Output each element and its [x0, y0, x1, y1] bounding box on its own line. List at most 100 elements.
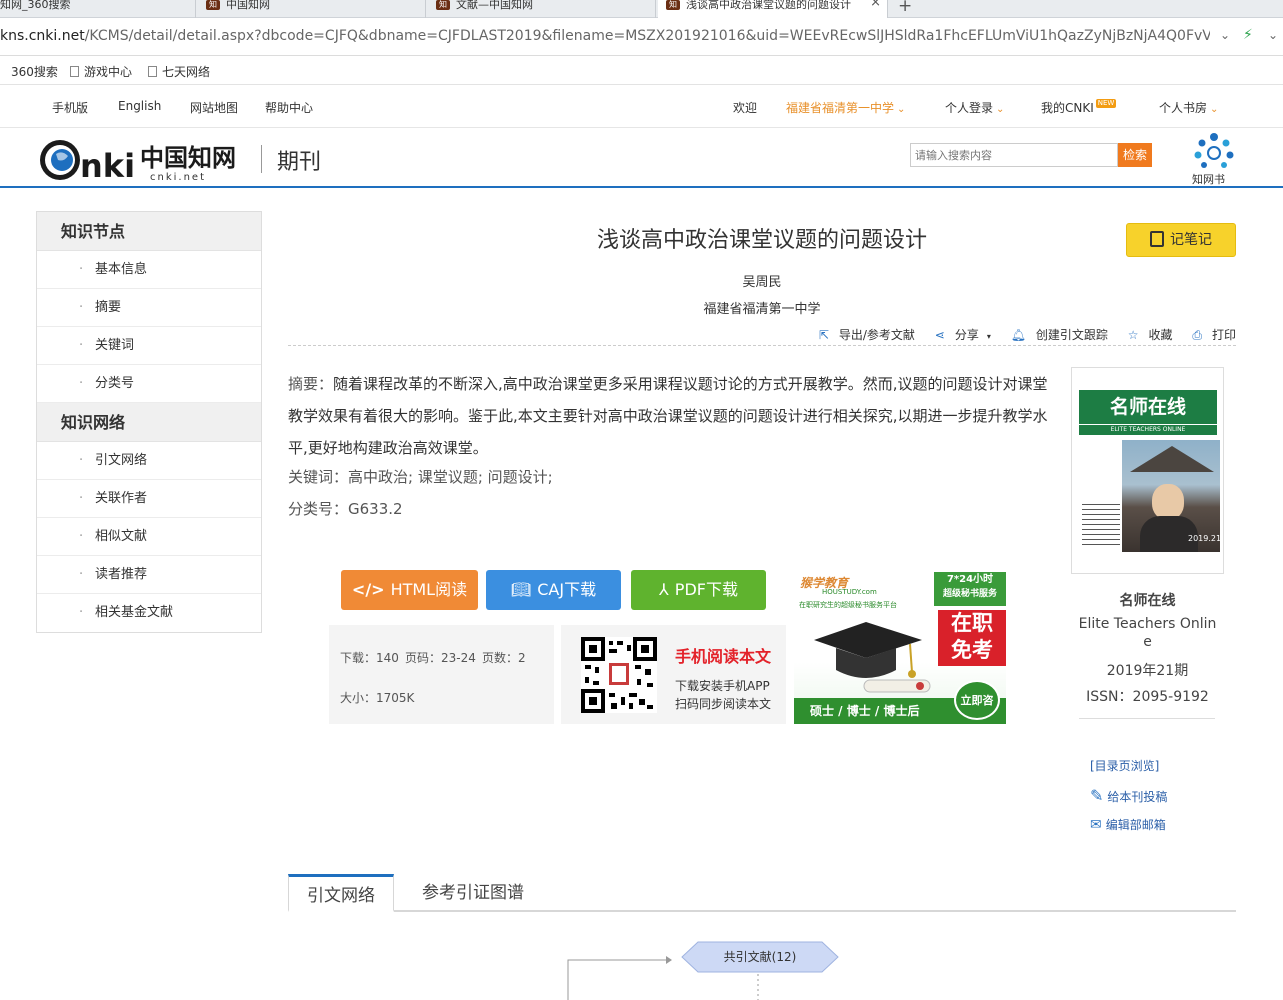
nav-english[interactable]: English	[118, 99, 161, 113]
cnki-favicon-icon: 知	[666, 0, 680, 10]
caj-download-label: CAJ下载	[537, 580, 597, 599]
institution-menu[interactable]: 福建省福清第一中学 ⌄	[786, 99, 905, 116]
zhiwangshu-text: 知网书	[1192, 172, 1225, 185]
sidebar-group-knowledge-nodes: 知识节点	[37, 212, 261, 251]
nav-sitemap[interactable]: 网站地图	[190, 99, 238, 116]
ad-big2: 免考	[951, 638, 993, 662]
co-citation-node[interactable]: 共引文献(12)	[682, 942, 838, 973]
printer-icon: ⎙	[1192, 328, 1202, 342]
bookroom-menu[interactable]: 个人书房 ⌄	[1159, 99, 1218, 116]
mail-icon: ✉	[1090, 817, 1102, 833]
co-citation-label: 共引文献(12)	[723, 950, 797, 964]
cnki-logo-icon: nki 中国知网 cnki.net	[40, 140, 236, 185]
qr-code-icon[interactable]	[581, 637, 657, 713]
chevron-down-icon[interactable]: ⌄	[1220, 28, 1230, 42]
export-button[interactable]: ⇱ 导出/参考文献	[811, 328, 915, 342]
sidebar: 知识节点 基本信息 摘要 关键词 分类号 知识网络 引文网络 关联作者 相似文献…	[36, 211, 262, 633]
browser-tab-label: 中国知网	[226, 0, 270, 11]
ad-slogan: 在职研究生的超级秘书服务平台	[799, 601, 897, 609]
search-button[interactable]: 检索	[1118, 143, 1152, 167]
sidebar-item-similar-docs[interactable]: 相似文献	[37, 518, 261, 556]
share-label: 分享	[954, 328, 979, 342]
sidebar-item-keywords[interactable]: 关键词	[37, 327, 261, 365]
journal-name[interactable]: 名师在线	[1071, 590, 1224, 610]
browser-tab-active[interactable]: 知浅谈高中政治课堂议题的问题设计 ×	[658, 0, 888, 18]
tab-reference-graph[interactable]: 参考引证图谱	[404, 874, 542, 912]
ad-banner[interactable]: 猴学教育 HOUSTUDY.com 在职研究生的超级秘书服务平台 7*24小时 …	[794, 570, 1006, 724]
share-button[interactable]: ⋖ 分享 ▾	[927, 328, 991, 342]
bell-icon: 🔔︎	[1010, 328, 1026, 342]
browser-tab[interactable]: 知中国知网	[198, 0, 426, 18]
submit-link[interactable]: ✎ 给本刊投稿	[1090, 786, 1167, 805]
tab-citation-network[interactable]: 引文网络	[288, 874, 394, 912]
url-host: kns.cnki.net	[0, 28, 85, 44]
ad-degrees: 硕士 / 博士 / 博士后	[810, 704, 920, 718]
ad-cta[interactable]: 立即咨询	[954, 680, 1000, 720]
classification-value: G633.2	[348, 500, 403, 518]
pdf-download-button[interactable]: ⅄ PDF下载	[631, 570, 766, 610]
html-read-button[interactable]: </> HTML阅读	[341, 570, 478, 610]
bookroom-label: 个人书房	[1159, 101, 1208, 115]
ad-brand-url: HOUSTUDY.com	[822, 588, 877, 596]
search-input[interactable]	[910, 143, 1118, 167]
editor-mail-link[interactable]: ✉ 编辑部邮箱	[1090, 816, 1166, 833]
chevron-down-icon[interactable]: ⌄	[1268, 28, 1278, 42]
page-icon	[70, 66, 79, 77]
journal-issue[interactable]: 2019年21期	[1071, 660, 1224, 680]
article-author[interactable]: 吴周民	[288, 271, 1236, 290]
nav-help[interactable]: 帮助中心	[265, 99, 313, 116]
sidebar-group-knowledge-network: 知识网络	[37, 403, 261, 442]
bookmark-360[interactable]: 360搜索	[0, 63, 58, 80]
print-label: 打印	[1211, 328, 1236, 342]
file-size: 大小：1705K	[340, 691, 415, 705]
notebook-icon	[1150, 231, 1164, 247]
divider	[1079, 718, 1215, 719]
file-info-box: 下载：140 页码：23-24 页数：2 大小：1705K	[329, 625, 554, 724]
article-organization[interactable]: 福建省福清第一中学	[288, 298, 1236, 317]
keywords-value[interactable]: 高中政治; 课堂议题; 问题设计;	[348, 468, 553, 486]
print-button[interactable]: ⎙ 打印	[1184, 328, 1236, 342]
sidebar-item-classification[interactable]: 分类号	[37, 365, 261, 403]
zhiwangshu-logo[interactable]: 知网书	[1188, 131, 1240, 186]
page-icon	[148, 66, 157, 77]
sidebar-item-citation-network[interactable]: 引文网络	[37, 442, 261, 480]
bookmark-game[interactable]: 游戏中心	[70, 63, 132, 80]
cnki-favicon-icon: 知	[206, 0, 220, 10]
sidebar-item-reader-recommend[interactable]: 读者推荐	[37, 556, 261, 594]
sidebar-item-basic-info[interactable]: 基本信息	[37, 251, 261, 289]
close-tab-icon[interactable]: ×	[870, 0, 881, 9]
nav-mobile[interactable]: 手机版	[52, 99, 88, 116]
toc-link[interactable]: [目录页浏览]	[1090, 757, 1159, 774]
html-read-label: HTML阅读	[390, 580, 468, 599]
favorite-button[interactable]: ☆ 收藏	[1120, 328, 1173, 342]
mycnki-label: 我的CNKI	[1041, 101, 1094, 115]
cnki-logo[interactable]: nki 中国知网 cnki.net	[38, 136, 248, 185]
new-tab-button[interactable]: +	[898, 0, 912, 16]
sidebar-item-related-authors[interactable]: 关联作者	[37, 480, 261, 518]
caj-download-button[interactable]: 📖︎ CAJ下载	[486, 570, 621, 610]
favorite-label: 收藏	[1148, 328, 1173, 342]
track-button[interactable]: 🔔︎ 创建引文跟踪	[1003, 328, 1108, 342]
login-menu[interactable]: 个人登录 ⌄	[945, 99, 1004, 116]
article-tools: ⇱ 导出/参考文献 ⋖ 分享 ▾ 🔔︎ 创建引文跟踪 ☆ 收藏 ⎙ 打印	[288, 326, 1236, 346]
bookmark-label: 七天网络	[162, 65, 211, 79]
share-icon: ⋖	[934, 328, 945, 342]
cover-year: 2019.21	[1188, 534, 1222, 543]
lightning-icon[interactable]: ⚡	[1243, 27, 1253, 43]
sidebar-item-abstract[interactable]: 摘要	[37, 289, 261, 327]
journal-cover[interactable]: 名师在线 ELITE TEACHERS ONLINE 2019.21	[1071, 367, 1224, 574]
mobile-read-title[interactable]: 手机阅读本文	[675, 643, 771, 667]
chevron-down-icon: ⌄	[1210, 104, 1219, 115]
bookmark-qitian[interactable]: 七天网络	[148, 63, 210, 80]
sidebar-item-fund-docs[interactable]: 相关基金文献	[37, 594, 261, 632]
url-field[interactable]: kns.cnki.net/KCMS/detail/detail.aspx?dbc…	[0, 28, 1210, 44]
browser-tab-label: 浅谈高中政治课堂议题的问题设计	[686, 0, 851, 11]
browser-tab[interactable]: 知文献—中国知网	[428, 0, 656, 18]
keywords: 关键词：高中政治; 课堂议题; 问题设计;	[288, 466, 553, 487]
take-note-button[interactable]: 记笔记	[1126, 223, 1236, 257]
cover-subtitle: ELITE TEACHERS ONLINE	[1079, 425, 1217, 435]
browser-tab[interactable]: 知网_360搜索	[0, 0, 196, 18]
welcome-text: 欢迎	[733, 101, 758, 115]
abstract: 摘要：随着课程改革的不断深入,高中政治课堂更多采用课程议题讨论的方式开展教学。然…	[288, 368, 1053, 464]
mycnki-link[interactable]: 我的CNKI NEW	[1041, 99, 1117, 116]
